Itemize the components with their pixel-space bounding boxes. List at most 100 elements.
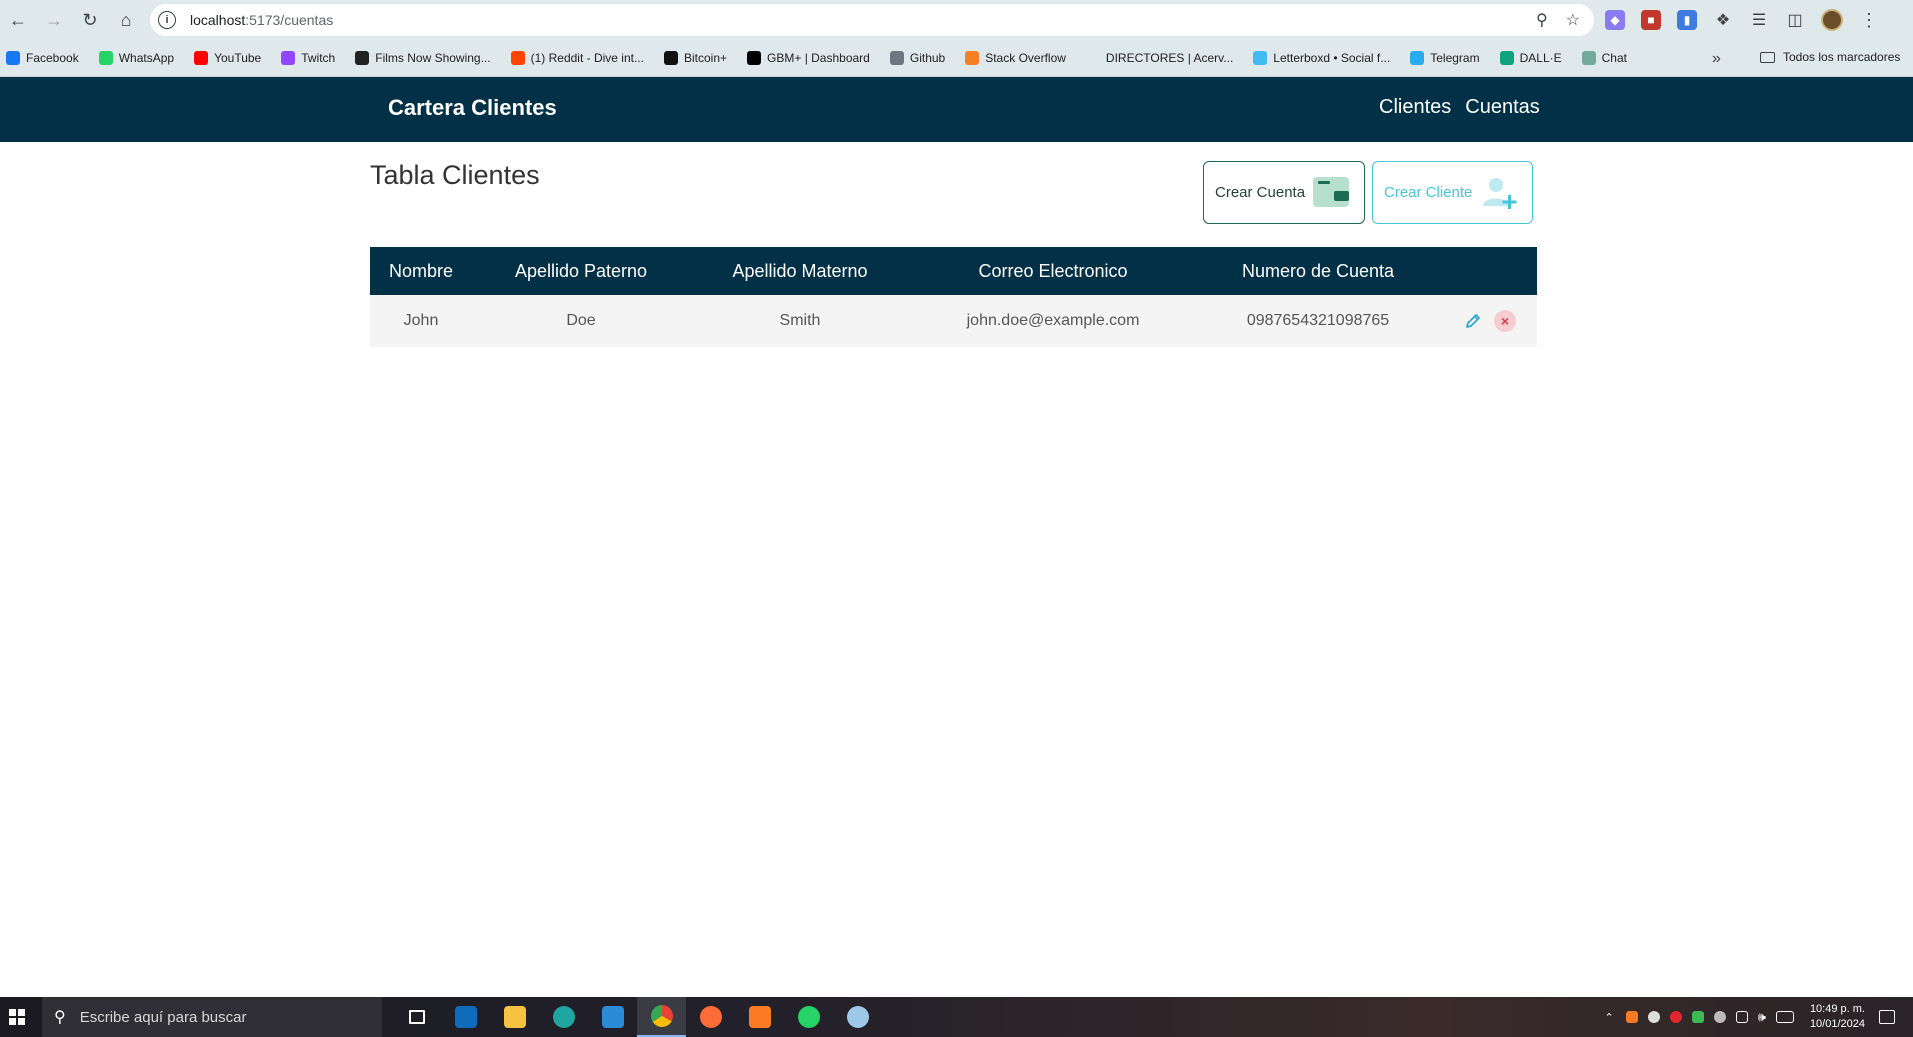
wallet-icon xyxy=(1313,177,1349,207)
table-header: Nombre Apellido Paterno Apellido Materno… xyxy=(370,247,1537,295)
bookmark-item[interactable]: Telegram xyxy=(1410,51,1480,65)
delete-x-icon[interactable]: × xyxy=(1494,310,1516,332)
page-title: Tabla Clientes xyxy=(370,160,540,190)
all-bookmarks-folder[interactable]: Todos los marcadores xyxy=(1760,50,1900,64)
clientes-table: Nombre Apellido Paterno Apellido Materno… xyxy=(370,247,1537,347)
bookmark-item[interactable]: Stack Overflow xyxy=(965,51,1066,65)
task-view-icon[interactable] xyxy=(392,997,441,1037)
bookmark-item[interactable]: YouTube xyxy=(194,51,261,65)
taskbar-search[interactable]: ⚲ Escribe aquí para buscar xyxy=(42,997,382,1037)
bookmark-item[interactable]: Letterboxd • Social f... xyxy=(1253,51,1390,65)
start-button[interactable] xyxy=(0,997,34,1037)
reload-icon[interactable]: ↻ xyxy=(72,2,108,38)
url-text[interactable]: localhost:5173/cuentas xyxy=(190,12,333,28)
xampp-icon[interactable] xyxy=(735,997,784,1037)
bookmark-label: Twitch xyxy=(301,51,336,65)
bookmark-item[interactable]: (1) Reddit - Dive int... xyxy=(510,51,644,65)
tray-wifi-icon[interactable] xyxy=(1735,1011,1748,1023)
brand-title[interactable]: Cartera Clientes xyxy=(388,95,557,121)
bookmark-label: Films Now Showing... xyxy=(375,51,491,65)
clock-time: 10:49 p. m. xyxy=(1809,1003,1865,1015)
bookmark-favicon-icon xyxy=(510,51,525,65)
edge-icon[interactable] xyxy=(539,997,588,1037)
reading-list-icon[interactable]: ☰ xyxy=(1749,10,1769,30)
crear-cuenta-button[interactable]: Crear Cuenta xyxy=(1203,161,1365,224)
extension-blue-icon[interactable]: ▮ xyxy=(1677,10,1697,30)
home-icon[interactable]: ⌂ xyxy=(108,2,144,38)
column-header-numero-cuenta: Numero de Cuenta xyxy=(1241,261,1395,281)
edit-pencil-icon[interactable] xyxy=(1462,310,1484,332)
notification-icon[interactable] xyxy=(1879,1010,1895,1024)
profile-avatar[interactable] xyxy=(1821,9,1843,31)
bookmark-item[interactable]: Facebook xyxy=(6,51,79,65)
extensions-area: ◆ ■ ▮ ❖ ☰ ◫ ⋮ xyxy=(1605,4,1879,36)
folder-icon xyxy=(1760,51,1775,63)
forward-icon[interactable]: → xyxy=(36,2,72,38)
bookmark-item[interactable]: WhatsApp xyxy=(98,51,175,65)
bookmark-favicon-icon xyxy=(98,51,113,65)
crear-cliente-button[interactable]: Crear Cliente xyxy=(1372,161,1533,224)
bookmark-star-icon[interactable]: ☆ xyxy=(1566,10,1580,30)
tray-defender-icon[interactable] xyxy=(1691,1011,1704,1023)
taskbar-apps xyxy=(392,997,882,1037)
bookmark-favicon-icon xyxy=(1581,51,1596,65)
keyboard-icon[interactable] xyxy=(1775,1011,1794,1023)
bookmark-item[interactable]: Chat xyxy=(1581,51,1627,65)
bookmark-label: Bitcoin+ xyxy=(683,51,728,65)
zoom-icon[interactable]: ⚲ xyxy=(1536,10,1548,30)
column-header-nombre: Nombre xyxy=(388,261,454,281)
puzzle-icon[interactable]: ❖ xyxy=(1713,10,1733,30)
extension-red-icon[interactable]: ■ xyxy=(1641,10,1661,30)
file-explorer-icon[interactable] xyxy=(490,997,539,1037)
taskbar-clock[interactable]: 10:49 p. m. 10/01/2024 xyxy=(1810,1002,1865,1032)
bookmarks-bar: Facebook WhatsApp YouTube Twitch Films Now S… xyxy=(0,40,1913,77)
bookmark-item[interactable]: DALL·E xyxy=(1499,51,1562,65)
bookmark-label: Chat xyxy=(1601,51,1627,65)
bookmark-item[interactable]: GBM+ | Dashboard xyxy=(747,51,870,65)
bookmark-item[interactable]: Twitch xyxy=(281,51,335,65)
paint-icon[interactable] xyxy=(833,997,882,1037)
bookmark-label: Facebook xyxy=(26,51,79,65)
bookmark-label: YouTube xyxy=(214,51,262,65)
tray-app-icon[interactable] xyxy=(1647,1011,1660,1023)
cell-apellido-paterno: Doe xyxy=(566,312,596,329)
tray-red-icon[interactable] xyxy=(1669,1011,1682,1023)
bookmark-favicon-icon xyxy=(889,51,904,65)
cell-correo: john.doe@example.com xyxy=(966,312,1140,329)
bookmarks-overflow-icon[interactable]: » xyxy=(1712,50,1721,68)
bookmark-item[interactable]: DIRECTORES | Acerv... xyxy=(1085,51,1234,65)
side-panel-icon[interactable]: ◫ xyxy=(1785,10,1805,30)
bookmark-label: WhatsApp xyxy=(118,51,175,65)
bookmark-label: DALL·E xyxy=(1519,51,1562,65)
bookmark-item[interactable]: Films Now Showing... xyxy=(355,51,491,65)
bookmark-label: DIRECTORES | Acerv... xyxy=(1105,51,1234,65)
whatsapp-icon[interactable] xyxy=(784,997,833,1037)
browser-toolbar: ← → ↻ ⌂ i localhost:5173/cuentas ⚲ ☆ ◆ ■… xyxy=(0,0,1913,40)
postman-icon[interactable] xyxy=(686,997,735,1037)
all-bookmarks-label: Todos los marcadores xyxy=(1783,50,1901,64)
menu-dots-icon[interactable]: ⋮ xyxy=(1859,10,1879,30)
volume-icon[interactable]: 🕪 xyxy=(1758,1009,1766,1025)
back-icon[interactable]: ← xyxy=(0,2,36,38)
app-header: Cartera Clientes Clientes Cuentas xyxy=(0,77,1913,142)
bookmark-favicon-icon xyxy=(1499,51,1514,65)
vscode-icon[interactable] xyxy=(588,997,637,1037)
tray-xampp-icon[interactable] xyxy=(1625,1011,1638,1023)
bookmark-item[interactable]: Github xyxy=(889,51,945,65)
tray-network-icon[interactable] xyxy=(1713,1011,1726,1023)
nav-cuentas[interactable]: Cuentas xyxy=(1465,96,1540,119)
column-header-apellido-materno: Apellido Materno xyxy=(732,261,868,281)
crear-cuenta-label: Crear Cuenta xyxy=(1215,184,1306,201)
site-info-icon[interactable]: i xyxy=(158,11,176,29)
main-nav: Clientes Cuentas xyxy=(1379,96,1540,119)
tray-expand-icon[interactable]: ⌃ xyxy=(1605,1011,1614,1024)
outlook-icon[interactable] xyxy=(441,997,490,1037)
bookmark-item[interactable]: Bitcoin+ xyxy=(663,51,728,65)
address-bar[interactable]: i localhost:5173/cuentas ⚲ ☆ xyxy=(150,4,1594,36)
column-header-correo: Correo Electronico xyxy=(978,261,1128,281)
shield-extension-icon[interactable]: ◆ xyxy=(1605,10,1625,30)
clock-date: 10/01/2024 xyxy=(1809,1018,1865,1030)
bookmark-favicon-icon xyxy=(1410,51,1425,65)
nav-clientes[interactable]: Clientes xyxy=(1379,96,1451,119)
chrome-icon[interactable] xyxy=(637,997,686,1037)
